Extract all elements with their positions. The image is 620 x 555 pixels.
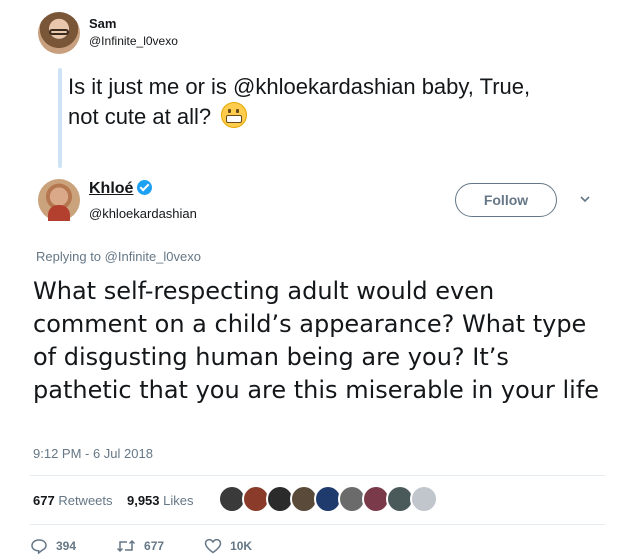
- author-name-text[interactable]: Khloé: [89, 180, 133, 197]
- reply-count: 394: [56, 539, 77, 553]
- retweet-icon: [117, 539, 136, 553]
- likes-label: Likes: [163, 493, 194, 508]
- avatar-sam[interactable]: [38, 12, 80, 54]
- tweet-timestamp[interactable]: 9:12 PM - 6 Jul 2018: [33, 446, 153, 461]
- follow-button[interactable]: Follow: [455, 183, 557, 217]
- reply-button[interactable]: 394: [30, 538, 76, 554]
- avatar-decor: [48, 205, 70, 221]
- retweets-label: Retweets: [58, 493, 113, 508]
- replying-to: Replying to @Infinite_l0vexo: [36, 249, 201, 264]
- reply-icon: [31, 539, 47, 554]
- likes-count: 9,953: [126, 493, 160, 508]
- tweet-author-handle[interactable]: @khloekardashian: [89, 206, 197, 221]
- quoted-text: Is it just me or is @khloekardashian bab…: [68, 74, 531, 129]
- replying-to-link[interactable]: @Infinite_l0vexo: [105, 249, 201, 264]
- quoted-author-handle[interactable]: @Infinite_l0vexo: [89, 34, 178, 48]
- quoted-tweet-text: Is it just me or is @khloekardashian bab…: [68, 72, 538, 132]
- grimacing-face-icon: [221, 102, 248, 128]
- divider: [30, 524, 605, 525]
- action-bar: 394 677 10K: [30, 538, 292, 554]
- heart-icon: [204, 538, 222, 554]
- verified-badge-icon: [137, 180, 153, 195]
- retweet-button[interactable]: 677: [116, 538, 164, 554]
- glasses-decor: [49, 29, 69, 35]
- replying-prefix: Replying to: [36, 249, 102, 264]
- like-count: 10K: [230, 539, 253, 553]
- divider: [30, 475, 605, 476]
- like-button[interactable]: 10K: [204, 538, 252, 554]
- quoted-author-name[interactable]: Sam: [89, 16, 116, 31]
- engagement-stats: 677 Retweets 9,953 Likes: [33, 493, 194, 508]
- tweet-author-name[interactable]: Khloé: [89, 180, 153, 198]
- tweet-text: What self-respecting adult would even co…: [33, 277, 600, 404]
- retweets-count: 677: [33, 493, 55, 508]
- likes-stat[interactable]: 9,953 Likes: [127, 493, 194, 508]
- thread-line: [58, 68, 62, 168]
- liker-avatars: [218, 485, 438, 515]
- liker-avatar[interactable]: [410, 485, 438, 513]
- retweets-stat[interactable]: 677 Retweets: [33, 493, 113, 508]
- retweet-count: 677: [144, 539, 165, 553]
- chevron-down-icon[interactable]: [578, 192, 592, 206]
- avatar-khloe[interactable]: [38, 179, 80, 221]
